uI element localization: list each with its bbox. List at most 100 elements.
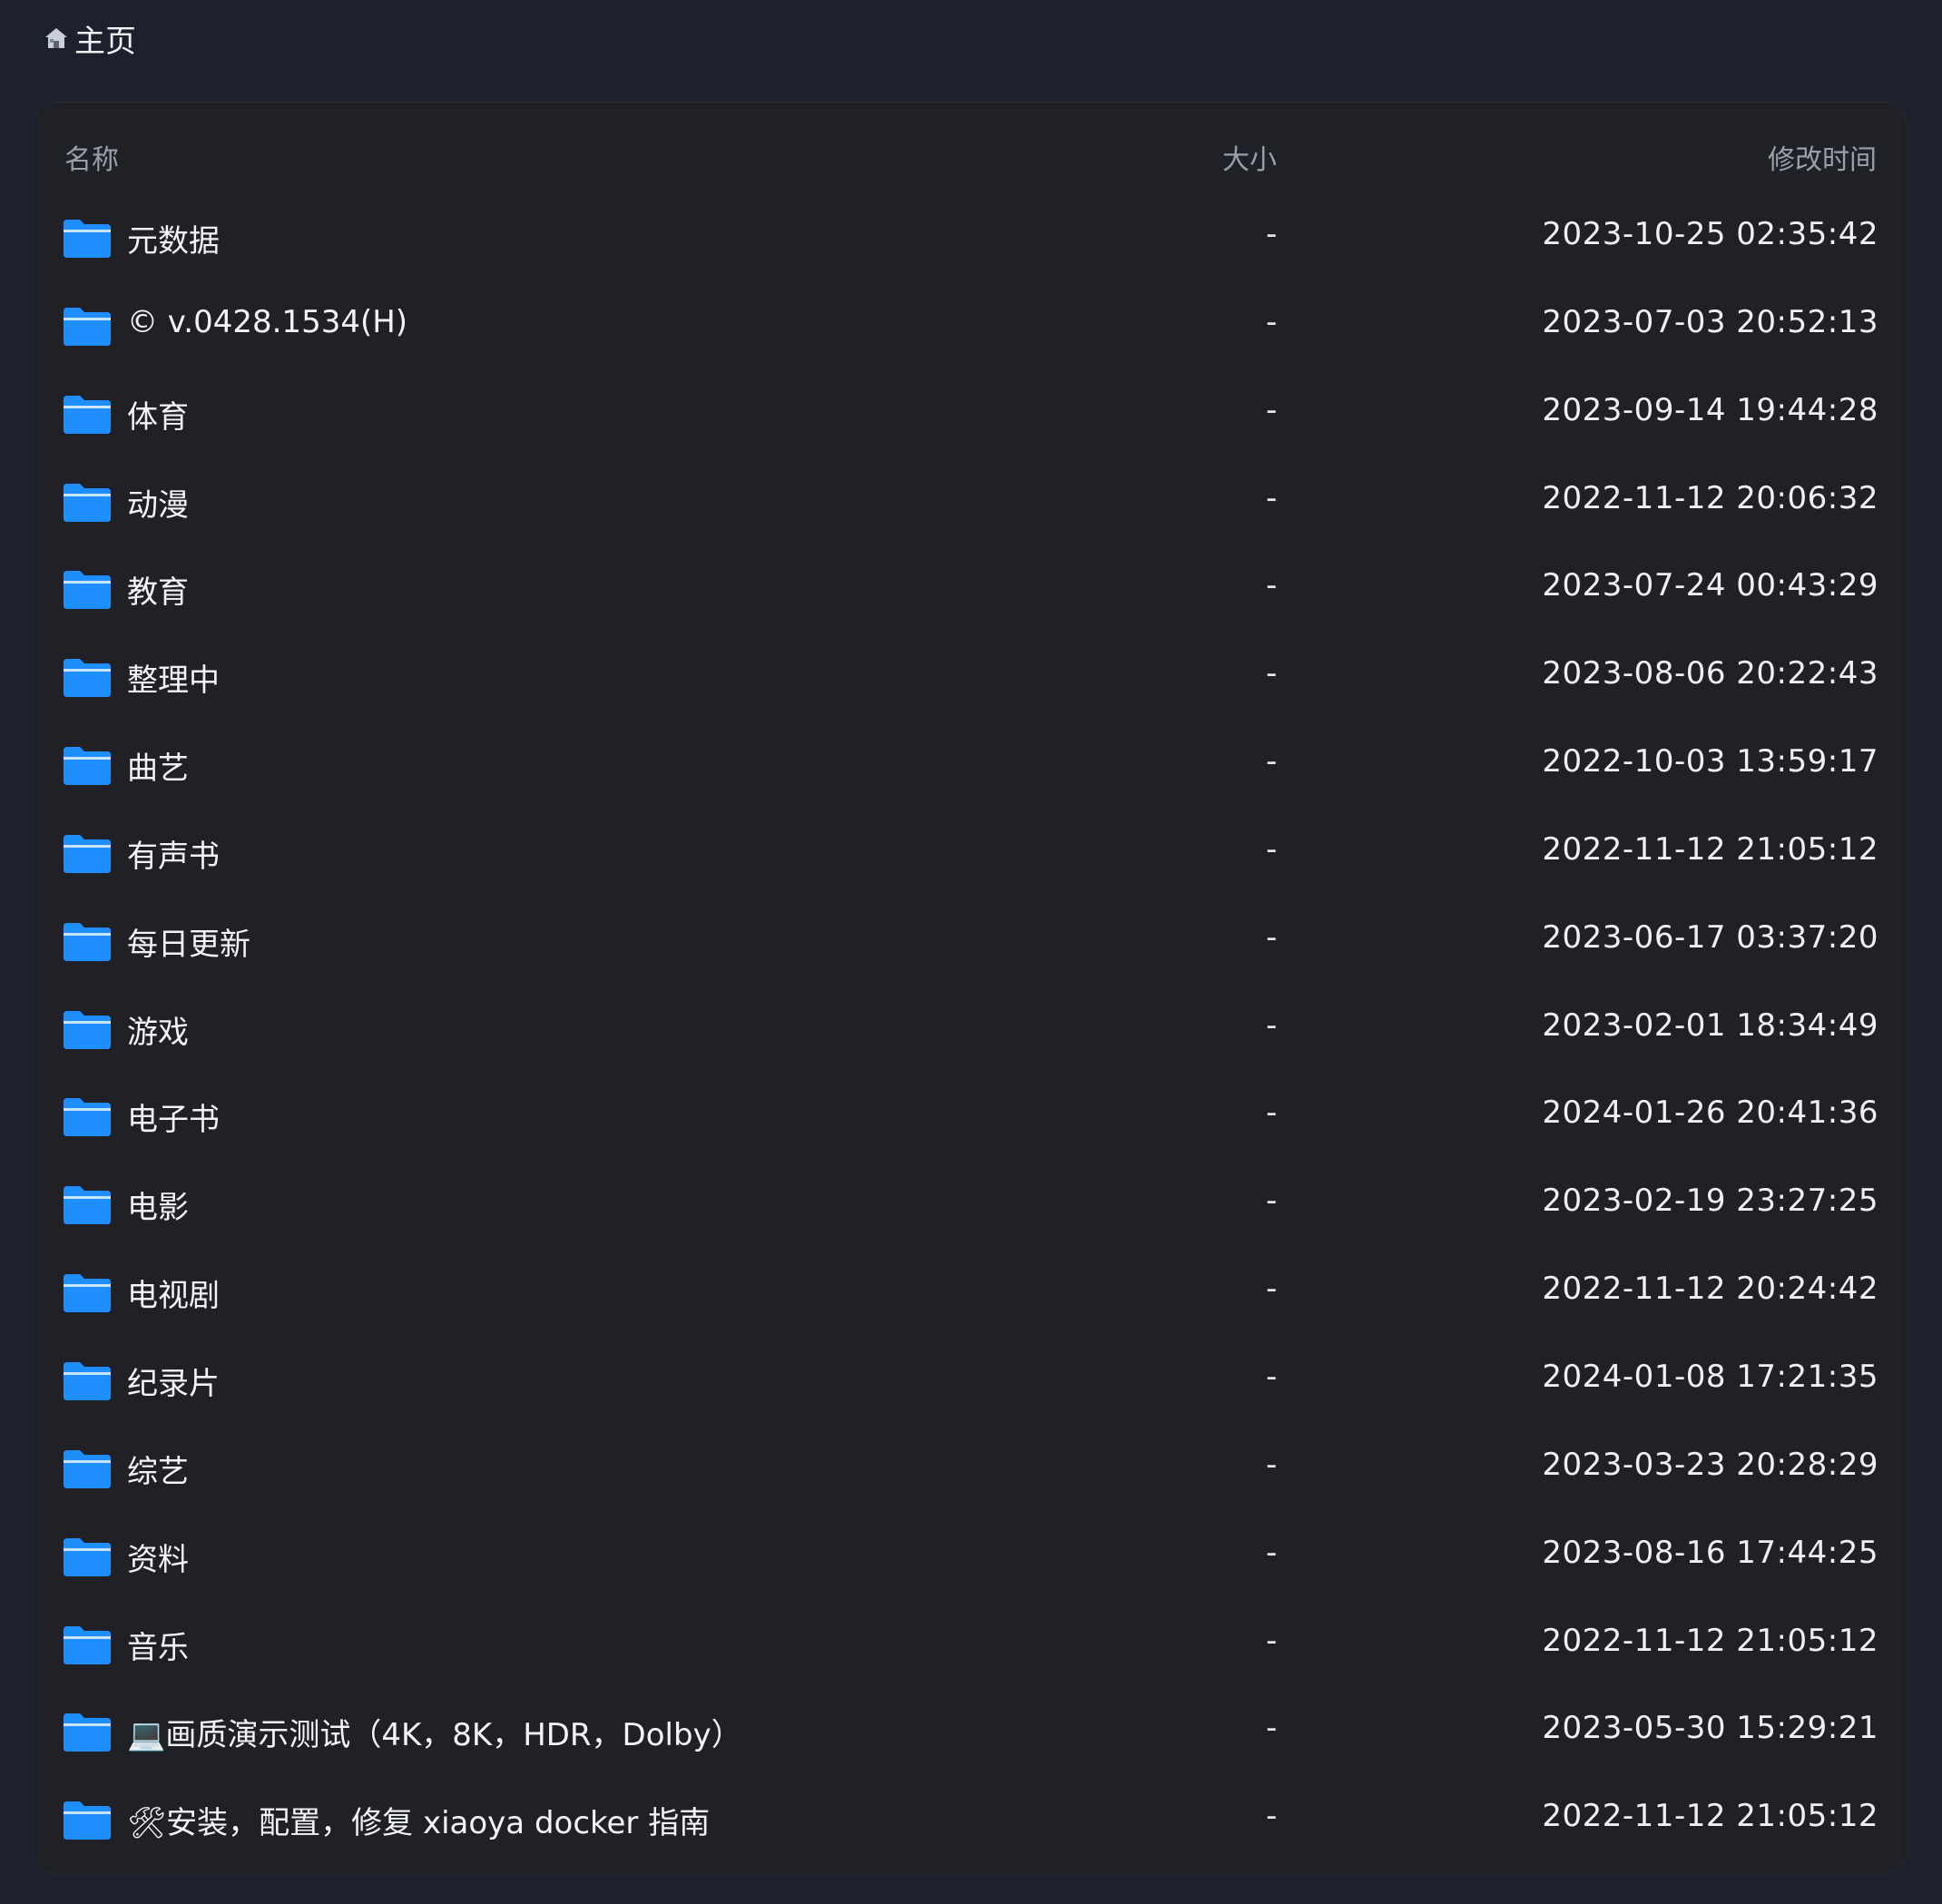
folder-icon (64, 1801, 111, 1840)
file-name[interactable]: 🛠安装，配置，修复 xiaoya docker 指南 (127, 1798, 710, 1842)
file-name[interactable]: 资料 (127, 1535, 189, 1579)
file-modified-time: 2023-05-30 15:29:21 (1542, 1710, 1878, 1747)
folder-icon (64, 395, 111, 434)
home-icon (45, 28, 67, 48)
file-modified-time: 2023-10-25 02:35:42 (1542, 216, 1878, 252)
header-modified-time[interactable]: 修改时间 (1768, 137, 1877, 177)
file-modified-time: 2023-09-14 19:44:28 (1542, 391, 1878, 428)
folder-icon (64, 1010, 111, 1049)
table-row[interactable]: © v.0428.1534(H) - 2023-07-03 20:52:13 (0, 282, 1942, 370)
table-row[interactable]: 游戏 - 2023-02-01 18:34:49 (0, 986, 1942, 1074)
folder-icon (64, 1186, 111, 1225)
file-modified-time: 2023-08-16 17:44:25 (1542, 1534, 1878, 1571)
table-row[interactable]: 综艺 - 2023-03-23 20:28:29 (0, 1425, 1942, 1513)
file-name[interactable]: 有声书 (127, 831, 220, 876)
file-modified-time: 2022-11-12 21:05:12 (1542, 1622, 1878, 1659)
folder-icon (64, 834, 111, 873)
folder-icon (64, 1449, 111, 1488)
table-row[interactable]: 整理中 - 2023-08-06 20:22:43 (0, 633, 1942, 721)
folder-icon (64, 307, 111, 346)
file-name[interactable]: 电影 (127, 1183, 189, 1227)
file-name[interactable]: 综艺 (127, 1447, 189, 1491)
file-modified-time: 2023-02-01 18:34:49 (1542, 1006, 1878, 1044)
file-name[interactable]: 💻画质演示测试（4K，8K，HDR，Dolby） (127, 1710, 742, 1754)
file-size: - (1266, 1446, 1278, 1483)
file-size: - (1266, 567, 1278, 604)
file-size: - (1266, 1534, 1278, 1571)
file-size: - (1266, 1094, 1278, 1132)
file-size: - (1266, 1006, 1278, 1044)
file-name[interactable]: 曲艺 (127, 743, 189, 788)
table-row[interactable]: 元数据 - 2023-10-25 02:35:42 (0, 194, 1942, 282)
file-modified-time: 2024-01-08 17:21:35 (1542, 1358, 1878, 1395)
file-name[interactable]: 元数据 (127, 216, 220, 260)
file-size: - (1266, 391, 1278, 428)
table-row[interactable]: 教育 - 2023-07-24 00:43:29 (0, 545, 1942, 633)
folder-icon (64, 1361, 111, 1400)
file-modified-time: 2023-02-19 23:27:25 (1542, 1183, 1878, 1220)
table-header: 名称 大小 修改时间 (0, 121, 1942, 188)
folder-icon (64, 571, 111, 610)
file-modified-time: 2022-11-12 21:05:12 (1542, 1798, 1878, 1835)
file-name[interactable]: 体育 (127, 392, 189, 437)
file-size: - (1266, 479, 1278, 516)
file-modified-time: 2023-03-23 20:28:29 (1542, 1446, 1878, 1483)
folder-icon (64, 1625, 111, 1664)
file-modified-time: 2022-11-12 20:06:32 (1542, 479, 1878, 516)
table-row[interactable]: 💻画质演示测试（4K，8K，HDR，Dolby） - 2023-05-30 15… (0, 1688, 1942, 1776)
file-modified-time: 2023-07-24 00:43:29 (1542, 567, 1878, 604)
table-row[interactable]: 纪录片 - 2024-01-08 17:21:35 (0, 1337, 1942, 1425)
table-row[interactable]: 动漫 - 2022-11-12 20:06:32 (0, 458, 1942, 546)
folder-icon (64, 1274, 111, 1313)
file-size: - (1266, 216, 1278, 252)
file-size: - (1266, 830, 1278, 868)
file-modified-time: 2022-10-03 13:59:17 (1542, 743, 1878, 780)
table-row[interactable]: 资料 - 2023-08-16 17:44:25 (0, 1513, 1942, 1601)
file-size: - (1266, 303, 1278, 340)
folder-icon (64, 483, 111, 522)
file-modified-time: 2022-11-12 20:24:42 (1542, 1271, 1878, 1308)
file-modified-time: 2022-11-12 21:05:12 (1542, 830, 1878, 868)
file-name[interactable]: 每日更新 (127, 919, 250, 964)
header-size[interactable]: 大小 (1222, 137, 1277, 177)
folder-icon (64, 747, 111, 786)
breadcrumb-home-label[interactable]: 主页 (74, 16, 136, 61)
file-name[interactable]: 电子书 (127, 1094, 220, 1139)
file-size: - (1266, 1710, 1278, 1747)
table-row[interactable]: 电影 - 2023-02-19 23:27:25 (0, 1161, 1942, 1249)
file-size: - (1266, 743, 1278, 780)
file-size: - (1266, 1358, 1278, 1395)
table-row[interactable]: 体育 - 2023-09-14 19:44:28 (0, 370, 1942, 458)
file-modified-time: 2024-01-26 20:41:36 (1542, 1094, 1878, 1132)
folder-icon (64, 1098, 111, 1137)
folder-icon (64, 922, 111, 961)
file-size: - (1266, 1271, 1278, 1308)
file-modified-time: 2023-06-17 03:37:20 (1542, 918, 1878, 956)
table-row[interactable]: 电子书 - 2024-01-26 20:41:36 (0, 1073, 1942, 1161)
file-name[interactable]: 整理中 (127, 655, 220, 700)
table-row[interactable]: 每日更新 - 2023-06-17 03:37:20 (0, 898, 1942, 986)
file-name[interactable]: 游戏 (127, 1007, 189, 1052)
file-size: - (1266, 1622, 1278, 1659)
folder-icon (64, 1713, 111, 1752)
file-size: - (1266, 655, 1278, 692)
file-size: - (1266, 1183, 1278, 1220)
file-name[interactable]: 教育 (127, 567, 189, 612)
file-modified-time: 2023-08-06 20:22:43 (1542, 655, 1878, 692)
file-name[interactable]: 动漫 (127, 480, 189, 525)
breadcrumb[interactable]: 主页 (42, 16, 136, 60)
folder-icon (64, 220, 111, 258)
folder-icon (64, 1537, 111, 1576)
table-row[interactable]: 有声书 - 2022-11-12 21:05:12 (0, 810, 1942, 898)
file-name[interactable]: 音乐 (127, 1623, 189, 1667)
file-name[interactable]: 纪录片 (127, 1359, 220, 1403)
table-row[interactable]: 曲艺 - 2022-10-03 13:59:17 (0, 721, 1942, 810)
file-name[interactable]: © v.0428.1534(H) (127, 304, 407, 340)
header-name[interactable]: 名称 (64, 137, 119, 177)
file-size: - (1266, 918, 1278, 956)
table-row[interactable]: 音乐 - 2022-11-12 21:05:12 (0, 1601, 1942, 1689)
file-name[interactable]: 电视剧 (127, 1271, 220, 1315)
table-row[interactable]: 电视剧 - 2022-11-12 20:24:42 (0, 1249, 1942, 1337)
table-row[interactable]: 🛠安装，配置，修复 xiaoya docker 指南 - 2022-11-12 … (0, 1776, 1942, 1864)
file-modified-time: 2023-07-03 20:52:13 (1542, 303, 1878, 340)
